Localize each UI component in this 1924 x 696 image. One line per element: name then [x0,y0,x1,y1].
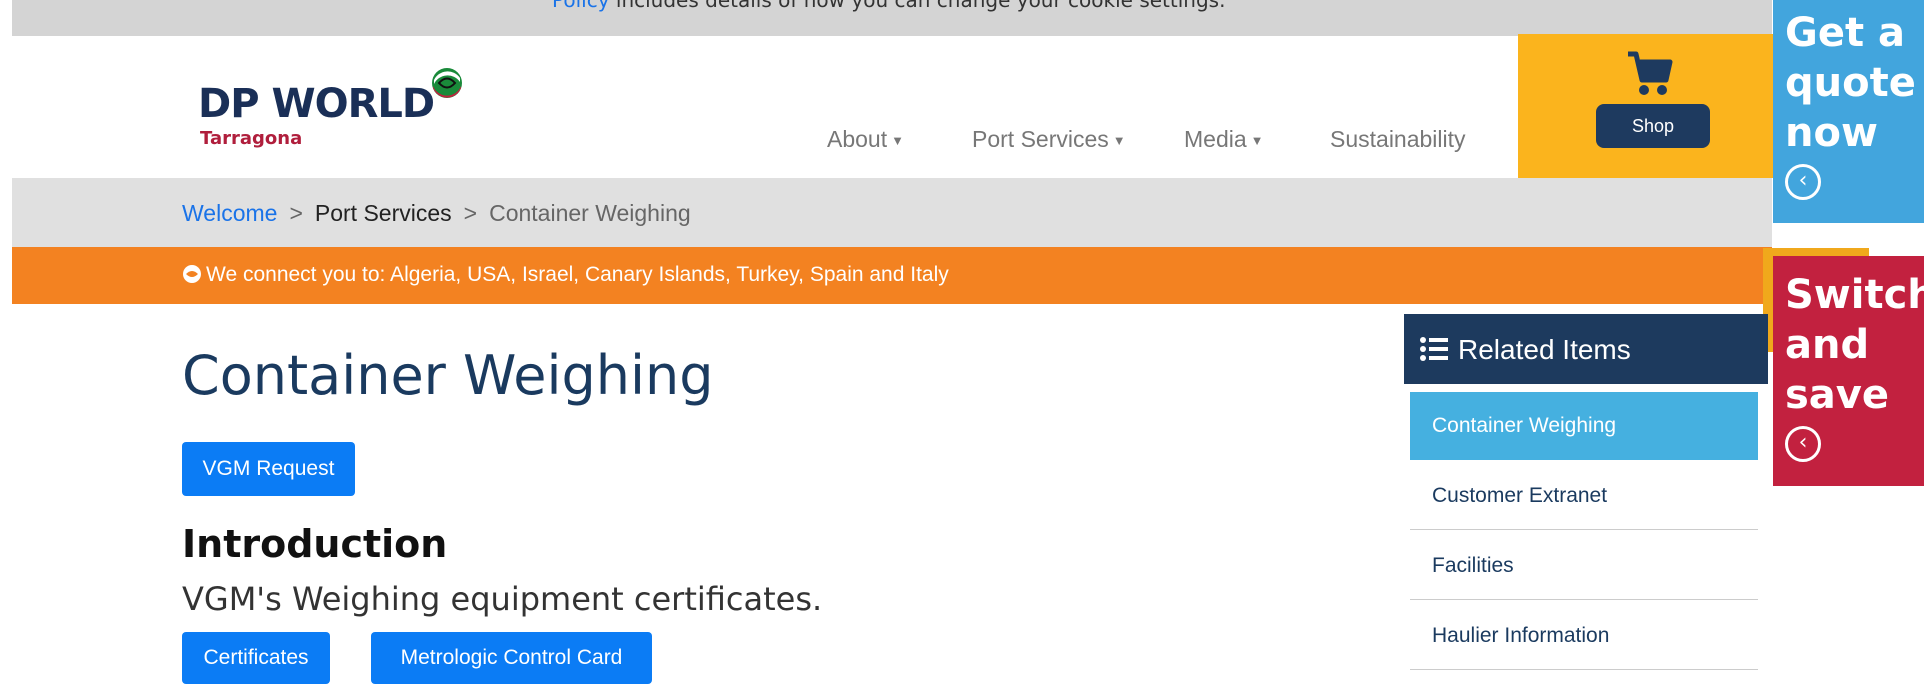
nav-label: Media [1184,126,1247,152]
nav-item-port-services[interactable]: Port Services ▼ [972,126,1126,153]
related-items-title: Related Items [1458,334,1631,365]
chevron-left-circle-icon[interactable]: ‹ [1785,164,1821,200]
related-items-panel: Related Items Container Weighing Custome… [1404,314,1768,696]
related-item-facilities[interactable]: Facilities [1410,532,1758,600]
breadcrumb-current-page: Container Weighing [489,200,691,226]
nav-item-media[interactable]: Media ▼ [1184,126,1264,153]
site-header: DP WORLD Tarragona About ▼ Port Services ▼… [12,36,1772,178]
nav-label: Sustainability [1330,126,1466,152]
connection-banner-content: We connect you to: Algeria, USA, Israel,… [182,263,949,287]
globe-icon [183,265,201,283]
switch-promo-text: Switch and save [1785,270,1924,420]
nav-item-sustainability[interactable]: Sustainability [1330,126,1466,153]
cookie-policy-link[interactable]: Policy [552,0,610,12]
switch-line: Switch [1785,272,1924,318]
related-item-container-weighing[interactable]: Container Weighing [1410,392,1758,460]
get-quote-promo[interactable]: Get a quote now ‹ [1773,0,1924,223]
list-icon [1420,337,1448,361]
shop-button[interactable]: Shop [1596,104,1710,148]
quote-line: quote [1785,60,1916,106]
shopping-cart-icon[interactable] [1624,48,1674,98]
introduction-text: VGM's Weighing equipment certificates. [182,580,823,618]
nav-label: About [827,126,888,152]
nav-item-about[interactable]: About ▼ [827,126,904,153]
page-title: Container Weighing [182,344,714,407]
cookie-notice-bar: Policy includes details of how you can c… [12,0,1772,36]
quote-line: now [1785,110,1878,156]
shop-panel: Shop [1518,34,1774,178]
caret-down-icon: ▼ [1112,133,1126,149]
certificates-button[interactable]: Certificates [182,632,330,684]
cookie-notice-body: includes details of how you can change y… [609,0,1226,12]
nav-label: Port Services [972,126,1109,152]
connection-banner: We connect you to: Algeria, USA, Israel,… [12,247,1772,304]
switch-and-save-promo[interactable]: Switch and save ‹ [1773,256,1924,486]
vgm-request-button[interactable]: VGM Request [182,442,355,496]
logo-brand-text: DP WORLD [198,81,435,127]
related-item-label: Customer Extranet [1432,483,1608,507]
related-items-header: Related Items [1404,314,1768,384]
breadcrumb-bar: Welcome > Port Services > Container Weighing [12,178,1772,247]
switch-promo-accent-bar [1763,248,1869,256]
related-item-label: Haulier Information [1432,623,1610,647]
caret-down-icon: ▼ [891,133,904,149]
breadcrumb: Welcome > Port Services > Container Weighing [182,200,691,227]
quote-promo-text: Get a quote now [1785,8,1916,158]
switch-line: and [1785,322,1870,368]
globe-icon [432,68,462,98]
caret-down-icon: ▼ [1250,133,1264,149]
connection-banner-text: We connect you to: Algeria, USA, Israel,… [206,263,949,286]
breadcrumb-separator: > [289,200,303,226]
metrologic-control-card-button[interactable]: Metrologic Control Card [371,632,652,684]
introduction-heading: Introduction [182,522,448,566]
related-item-haulier-information[interactable]: Haulier Information [1410,602,1758,670]
logo-location-text: Tarragona [200,128,303,149]
dp-world-logo[interactable]: DP WORLD Tarragona [198,32,478,152]
chevron-left-circle-icon[interactable]: ‹ [1785,426,1821,462]
breadcrumb-port-services[interactable]: Port Services [315,200,452,226]
cookie-notice-text: Policy includes details of how you can c… [552,0,1225,12]
related-item-label: Facilities [1432,553,1514,577]
breadcrumb-welcome[interactable]: Welcome [182,200,277,226]
breadcrumb-separator: > [463,200,478,226]
related-item-label: Container Weighing [1432,414,1617,437]
switch-line: save [1785,372,1890,418]
related-item-customer-extranet[interactable]: Customer Extranet [1410,462,1758,530]
quote-line: Get a [1785,10,1905,56]
